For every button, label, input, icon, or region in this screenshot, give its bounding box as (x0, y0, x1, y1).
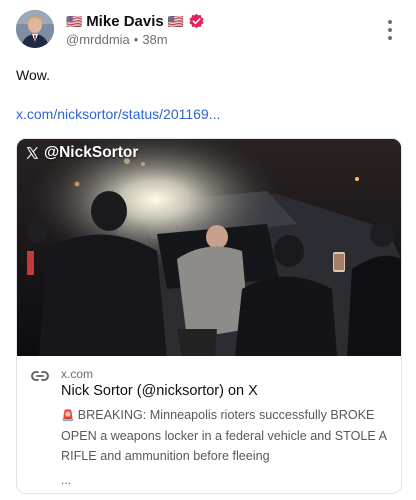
post: 🇺🇸 Mike Davis 🇺🇸 @mrddmia • 38m Wow. x.c… (0, 0, 416, 500)
media-label: @NickSortor (25, 144, 138, 162)
card-ellipsis: ... (61, 473, 72, 487)
avatar[interactable] (16, 10, 54, 48)
preview-image[interactable]: @NickSortor (17, 139, 401, 356)
link-preview-card[interactable]: @NickSortor x.com Nick Sortor (@nicksort… (16, 138, 402, 494)
author-display-name[interactable]: Mike Davis (86, 13, 164, 30)
link-icon (31, 369, 49, 381)
more-dot (388, 20, 392, 24)
media-handle: @NickSortor (44, 144, 139, 161)
card-body[interactable]: x.com Nick Sortor (@nicksortor) on X 🚨 BR… (17, 356, 401, 493)
card-title[interactable]: Nick Sortor (@nicksortor) on X (61, 383, 258, 399)
more-dot (388, 28, 392, 32)
post-text: Wow. (16, 67, 50, 83)
siren-icon: 🚨 (61, 410, 75, 422)
author-handle[interactable]: @mrddmia (66, 32, 130, 47)
more-options-icon[interactable] (386, 20, 394, 40)
verified-badge-icon (188, 13, 205, 30)
post-link[interactable]: x.com/nicksortor/status/201169... (16, 106, 220, 122)
more-dot (388, 36, 392, 40)
author-name-row: 🇺🇸 Mike Davis 🇺🇸 (66, 12, 205, 30)
card-domain: x.com (61, 367, 94, 381)
meta-separator: • (133, 32, 139, 47)
x-logo-icon (25, 146, 39, 160)
us-flag-icon: 🇺🇸 (167, 13, 184, 29)
card-description: 🚨 BREAKING: Minneapolis rioters successfu… (61, 405, 391, 466)
card-description-text: BREAKING: Minneapolis rioters successful… (61, 408, 387, 463)
author-meta: @mrddmia • 38m (66, 32, 168, 47)
us-flag-icon: 🇺🇸 (66, 13, 83, 29)
post-timestamp[interactable]: 38m (142, 32, 167, 47)
